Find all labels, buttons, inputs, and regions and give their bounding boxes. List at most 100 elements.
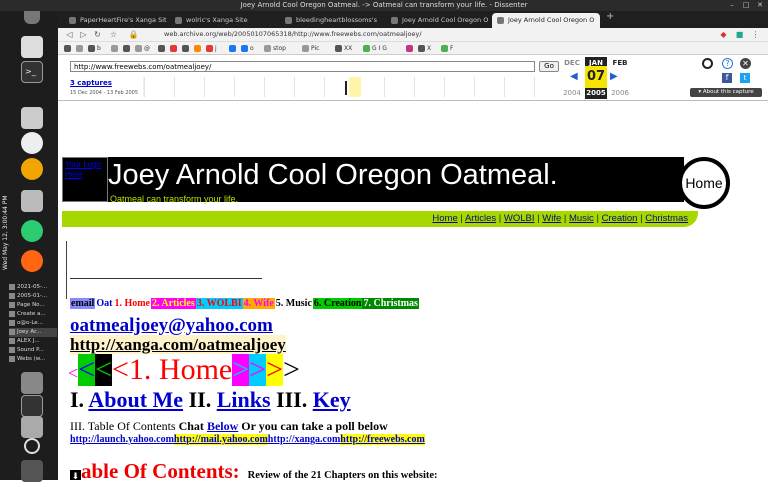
taskbar-item[interactable]: Sound P... [9, 346, 57, 355]
about-me-link[interactable]: About Me [88, 387, 183, 412]
bookmark-item[interactable] [182, 44, 191, 53]
twitter-share-icon[interactable]: t [740, 73, 750, 83]
drive-icon[interactable] [21, 190, 43, 212]
bookmark-item[interactable]: j [206, 44, 217, 53]
freewebs-link[interactable]: http://freewebs.com [340, 434, 425, 445]
camera-icon[interactable] [21, 416, 43, 438]
nav-link-christmas[interactable]: Christmas [645, 213, 688, 224]
chapter-link[interactable]: 4. Wife [242, 298, 275, 309]
power-icon[interactable] [24, 438, 40, 454]
reload-icon[interactable]: ↻ [92, 29, 103, 40]
bookmark-item[interactable] [111, 44, 120, 53]
menu-icon[interactable]: ⋮ [750, 29, 761, 40]
arrow-glyph[interactable]: > [266, 354, 284, 386]
next-year[interactable]: 2006 [609, 89, 631, 97]
scanner-icon[interactable] [21, 107, 43, 129]
taskbar-item[interactable]: Page No... [9, 301, 57, 310]
prev-capture-arrow-icon[interactable]: ◀ [570, 71, 578, 82]
bookmark-item[interactable] [64, 44, 73, 53]
nav-link-wife[interactable]: Wife [542, 213, 561, 224]
bookmark-item[interactable] [194, 44, 203, 53]
nav-link-articles[interactable]: Articles [465, 213, 496, 224]
bookmark-item[interactable] [76, 44, 85, 53]
bookmark-star-icon[interactable]: ☆ [108, 29, 119, 40]
show-desktop-icon[interactable] [21, 460, 43, 482]
minimize-icon[interactable]: – [726, 1, 738, 10]
bookmark-item[interactable]: @ [135, 44, 150, 53]
chapter-link[interactable]: 2. Articles [150, 298, 196, 309]
taskbar-item[interactable]: Joey Ar... [9, 328, 57, 337]
close-toolbar-icon[interactable]: ✕ [740, 58, 751, 69]
search-icon[interactable] [21, 158, 43, 180]
about-this-capture-button[interactable]: ▾ About this capture [690, 88, 762, 97]
back-icon[interactable]: ◁ [64, 29, 75, 40]
email-link[interactable]: oatmealjoey@yahoo.com [70, 315, 273, 337]
taskbar-item[interactable]: 2005-01-... [9, 292, 57, 301]
browser-tab[interactable]: bleedingheartblossoms's [280, 13, 384, 28]
arrow-glyph[interactable]: < [112, 354, 129, 386]
arrow-glyph[interactable]: > [232, 354, 250, 386]
chapter-link[interactable]: email [70, 298, 96, 309]
bookmark-item[interactable]: XX [335, 44, 352, 53]
prev-month[interactable]: DEC [561, 59, 583, 67]
nav-link-music[interactable]: Music [569, 213, 594, 224]
yahoo-launch-link[interactable]: http://launch.yahoo.com [70, 434, 174, 445]
arrow-glyph[interactable]: < [68, 357, 79, 389]
bookmark-item[interactable]: o [241, 44, 254, 53]
facebook-share-icon[interactable]: f [722, 73, 732, 83]
bookmark-item[interactable]: G I G [363, 44, 387, 53]
account-icon[interactable] [702, 58, 713, 69]
arrow-glyph[interactable]: > [283, 354, 300, 386]
system-monitor-icon[interactable] [21, 395, 43, 417]
browser-tab[interactable]: Joey Arnold Cool Oregon O [386, 13, 490, 28]
arrow-glyph[interactable]: < [78, 354, 96, 386]
captures-link[interactable]: 3 captures [70, 79, 112, 87]
chapter-link[interactable]: 7. Christmas [362, 298, 419, 309]
browser-tab-active[interactable]: Joey Arnold Cool Oregon O [492, 13, 600, 28]
extension-icon[interactable]: ■ [734, 29, 745, 40]
system-settings-icon[interactable] [21, 132, 43, 154]
taskbar-item[interactable]: Create a... [9, 310, 57, 319]
go-button[interactable]: Go [539, 61, 559, 72]
next-capture-arrow-icon[interactable]: ▶ [610, 71, 618, 82]
text-editor-icon[interactable] [21, 36, 43, 58]
bookmark-item[interactable] [123, 44, 132, 53]
next-month[interactable]: FEB [609, 59, 631, 67]
shield-icon[interactable]: ◆ [718, 29, 729, 40]
key-link[interactable]: Key [313, 387, 351, 412]
arrow-glyph[interactable]: < [95, 354, 112, 386]
home-link[interactable]: 1. Home [128, 354, 233, 386]
xanga-link[interactable]: http://xanga.com/oatmealjoey [70, 335, 286, 355]
chapter-link[interactable]: 5. Music [274, 298, 313, 309]
taskbar-item[interactable]: 2021-05-... [9, 283, 57, 292]
capture-mark[interactable] [345, 81, 347, 95]
terminal-icon[interactable]: >_ [21, 61, 43, 83]
close-icon[interactable]: ✕ [754, 1, 766, 10]
wayback-url-input[interactable] [70, 61, 535, 72]
prev-year[interactable]: 2004 [561, 89, 583, 97]
bookmark-item[interactable] [170, 44, 179, 53]
bookmark-item[interactable]: Pic [302, 44, 319, 53]
bookmark-item[interactable] [229, 44, 238, 53]
nav-link-home[interactable]: Home [432, 213, 457, 224]
links-link[interactable]: Links [217, 387, 271, 412]
yahoo-mail-link[interactable]: http://mail.yahoo.com [173, 434, 268, 445]
chapter-link[interactable]: 3. WOLBI [195, 298, 243, 309]
screenshot-icon[interactable] [21, 372, 43, 394]
taskbar-item[interactable]: ALEX J... [9, 337, 57, 346]
below-link[interactable]: Below [207, 419, 238, 433]
logo-image[interactable]: Your Logo Here [62, 157, 108, 202]
bookmark-item[interactable]: stop [264, 44, 286, 53]
help-icon[interactable]: ? [722, 58, 733, 69]
new-tab-icon[interactable]: + [606, 11, 614, 22]
browser-tab[interactable]: wolric's Xanga Site [170, 13, 278, 28]
chapter-link[interactable]: 6. Creation [312, 298, 363, 309]
taskbar-item[interactable]: o@o-Le... [9, 319, 57, 328]
url-bar[interactable]: web.archive.org/web/20050107065318/http:… [154, 29, 714, 40]
bookmark-item[interactable] [158, 44, 167, 53]
notes-app-icon[interactable] [21, 220, 43, 242]
nav-link-creation[interactable]: Creation [602, 213, 638, 224]
maximize-icon[interactable]: □ [740, 1, 752, 10]
bookmark-item[interactable]: F [441, 44, 453, 53]
home-button[interactable]: Home [678, 157, 730, 209]
